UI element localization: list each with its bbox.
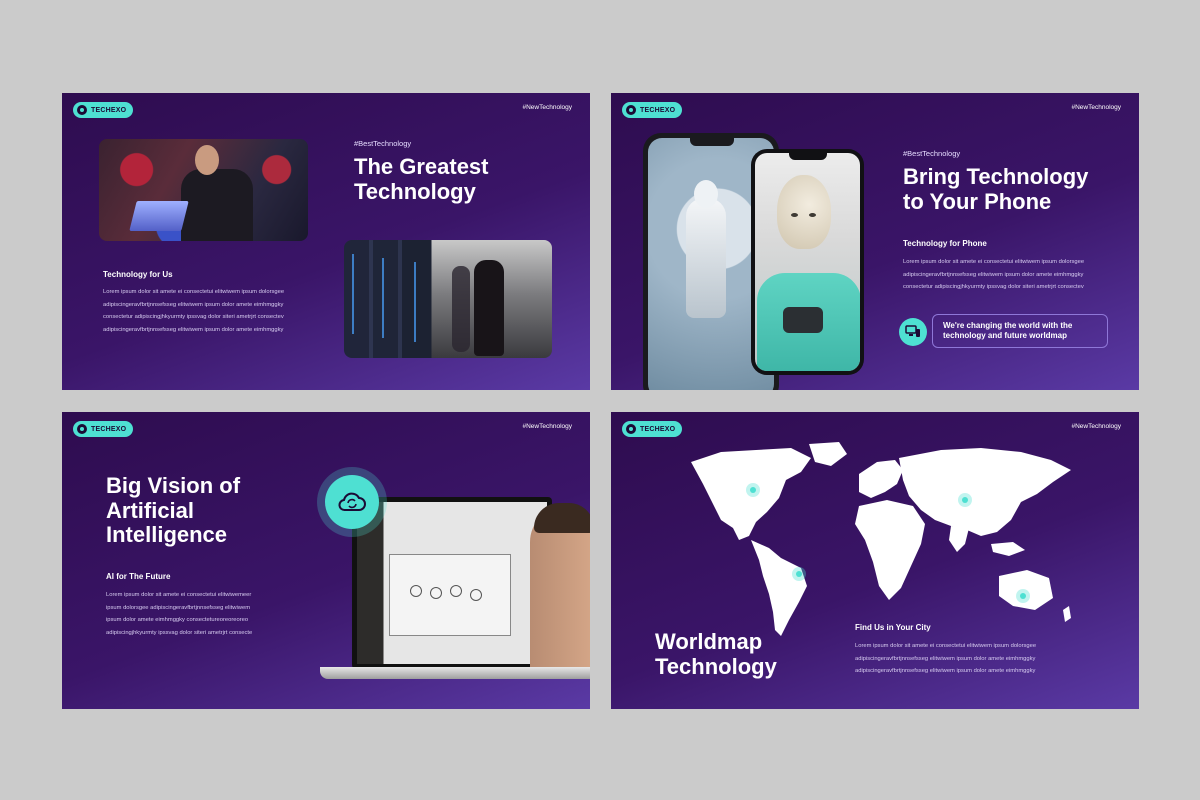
world-map	[691, 442, 1071, 636]
slide-title: Big Vision of Artificial Intelligence	[106, 473, 241, 548]
slide-subtitle: AI for The Future	[106, 572, 171, 581]
body-text: Lorem ipsum dolor sit amete ei consectet…	[103, 289, 285, 333]
slide-worldmap[interactable]: TECHEXO #NewTechnology Worldmap Technolo…	[611, 412, 1139, 709]
phone-mockup-front	[751, 149, 864, 375]
slide-title: The Greatest Technology	[354, 154, 489, 204]
cloud-sync-icon	[317, 467, 387, 537]
devices-icon	[899, 318, 927, 346]
slide-greatest-technology[interactable]: TECHEXO #NewTechnology #BestTechnology T…	[62, 93, 590, 390]
slide-title: Bring Technology to Your Phone	[903, 164, 1089, 214]
brand-name: TECHEXO	[91, 425, 127, 433]
slide-subtitle: Technology for Phone	[903, 239, 987, 248]
brand-name: TECHEXO	[640, 106, 676, 114]
server-room-photo	[344, 240, 552, 358]
hashtag: #BestTechnology	[903, 149, 961, 158]
body-text: Lorem ipsum dolor sit amete ei consectet…	[903, 259, 1085, 291]
slide-tag: #NewTechnology	[1071, 104, 1121, 111]
brand-name: TECHEXO	[640, 425, 676, 433]
logo-icon	[77, 105, 87, 115]
slide-tag: #NewTechnology	[522, 104, 572, 111]
slide-technology-phone[interactable]: TECHEXO #NewTechnology #BestTechnology B…	[611, 93, 1139, 390]
cta-message-box[interactable]: We're changing the world with the technol…	[932, 314, 1108, 348]
body-text: Lorem ipsum dolor sit amete ei consectet…	[106, 592, 253, 636]
logo-icon	[626, 424, 636, 434]
body-text: Lorem ipsum dolor sit amete ei consectet…	[855, 643, 1037, 675]
team-laptop-photo	[99, 139, 308, 241]
brand-logo: TECHEXO	[622, 102, 683, 118]
brand-name: TECHEXO	[91, 106, 127, 114]
logo-icon	[626, 105, 636, 115]
slide-subtitle: Technology for Us	[103, 270, 173, 279]
logo-icon	[77, 424, 87, 434]
slide-tag: #NewTechnology	[522, 423, 572, 430]
brand-logo: TECHEXO	[73, 421, 134, 437]
slide-tag: #NewTechnology	[1071, 423, 1121, 430]
brand-logo: TECHEXO	[622, 421, 683, 437]
slide-ai-vision[interactable]: TECHEXO #NewTechnology Big Vision of Arti…	[62, 412, 590, 709]
brand-logo: TECHEXO	[73, 102, 134, 118]
slide-title: Worldmap Technology	[655, 629, 777, 679]
hashtag: #BestTechnology	[354, 139, 412, 148]
slide-subtitle: Find Us in Your City	[855, 623, 931, 632]
